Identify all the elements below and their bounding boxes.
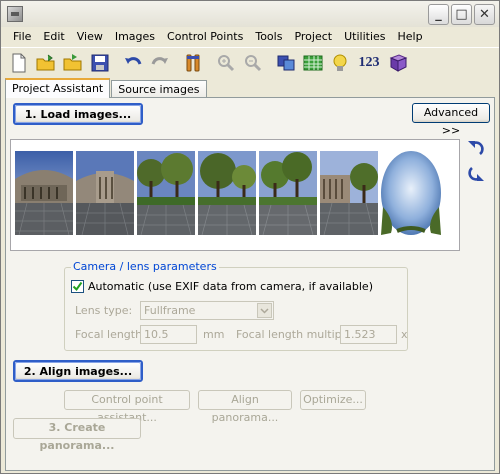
project-assistant-panel: 1. Load images... Advanced >> Camera / l…: [5, 97, 495, 471]
thumbnail-image[interactable]: [320, 151, 378, 235]
title-bar[interactable]: _ □ ✕: [1, 1, 499, 27]
new-document-icon: [12, 53, 26, 72]
rotate-left-button[interactable]: [466, 138, 486, 158]
thumbnail-image[interactable]: [137, 151, 195, 235]
menu-control-points[interactable]: Control Points: [161, 27, 249, 46]
numbers-button[interactable]: 123: [355, 51, 383, 75]
minimize-button[interactable]: _: [428, 4, 449, 25]
save-button[interactable]: [88, 51, 112, 75]
menu-bar: File Edit View Images Control Points Too…: [1, 27, 499, 46]
camera-lens-group-title: Camera / lens parameters: [71, 260, 219, 273]
undo-icon: [125, 56, 142, 65]
menu-utilities[interactable]: Utilities: [338, 27, 391, 46]
optimize-button[interactable]: Optimize...: [300, 390, 366, 410]
chevron-down-icon: [257, 303, 272, 318]
multiplier-unit: x: [401, 328, 408, 341]
toolbar: 123: [1, 47, 499, 77]
load-images-label: 1. Load images...: [15, 105, 141, 123]
load-images-button[interactable]: 1. Load images...: [13, 103, 143, 125]
menu-project[interactable]: Project: [288, 27, 338, 46]
create-panorama-label: 3. Create panorama...: [39, 421, 115, 452]
open-project-button[interactable]: [34, 51, 58, 75]
undo-button[interactable]: [121, 51, 145, 75]
menu-file[interactable]: File: [7, 27, 37, 46]
window-controls: _ □ ✕: [428, 4, 495, 25]
application-window: _ □ ✕ File Edit View Images Control Poin…: [0, 0, 500, 474]
lens-type-value: Fullframe: [144, 304, 196, 317]
open-folder-arrow-icon: [63, 53, 82, 70]
zoom-in-button[interactable]: [214, 51, 238, 75]
tab-bar: Project Assistant Source images: [5, 78, 208, 98]
close-button[interactable]: ✕: [474, 4, 495, 25]
lens-type-label: Lens type:: [75, 304, 133, 317]
preview-panorama-icon: [277, 55, 295, 70]
table-icon: [303, 55, 323, 70]
thumbnail-image[interactable]: [76, 151, 134, 235]
app-icon[interactable]: [7, 6, 23, 22]
menu-view[interactable]: View: [71, 27, 109, 46]
zoom-out-icon: [245, 54, 262, 71]
align-panorama-button[interactable]: Align panorama...: [198, 390, 292, 424]
focal-length-unit: mm: [203, 328, 225, 341]
automatic-checkbox[interactable]: [71, 280, 84, 293]
menu-help[interactable]: Help: [392, 27, 429, 46]
advanced-button[interactable]: Advanced >>: [412, 103, 490, 137]
control-point-assistant-button[interactable]: Control point assistant...: [64, 390, 190, 424]
open-folder-icon: [36, 54, 55, 70]
align-panorama-label: Align panorama...: [211, 393, 279, 424]
align-images-button[interactable]: 2. Align images...: [13, 360, 143, 382]
tab-project-assistant[interactable]: Project Assistant: [5, 78, 111, 98]
lightbulb-icon: [333, 54, 347, 71]
focal-length-label: Focal length:: [75, 328, 146, 341]
align-images-label: 2. Align images...: [15, 362, 141, 380]
rotate-right-icon: [468, 166, 484, 181]
help-book-icon: [389, 53, 408, 72]
building-photo-icon: [320, 151, 378, 235]
create-panorama-button[interactable]: 3. Create panorama...: [13, 418, 141, 452]
lens-type-select[interactable]: Fullframe: [140, 301, 274, 320]
building-photo-icon: [76, 151, 134, 235]
automatic-label: Automatic (use EXIF data from camera, if…: [88, 280, 373, 293]
zoom-in-icon: [218, 54, 235, 71]
save-icon: [91, 54, 109, 71]
redo-icon: [151, 56, 168, 65]
preview-panorama-button[interactable]: [274, 51, 298, 75]
thumbnail-image[interactable]: [381, 151, 441, 235]
menu-images[interactable]: Images: [109, 27, 161, 46]
courtyard-photo-icon: [137, 151, 195, 235]
optimize-tool-icon: [186, 54, 200, 71]
rotate-right-button[interactable]: [466, 164, 486, 184]
maximize-button[interactable]: □: [451, 4, 472, 25]
maximize-icon: □: [455, 7, 468, 22]
multiplier-field[interactable]: 1.523: [340, 325, 397, 344]
camera-lens-group: Camera / lens parameters Automatic (use …: [64, 260, 408, 351]
zoom-out-button[interactable]: [241, 51, 265, 75]
courtyard-photo-icon: [259, 151, 317, 235]
redo-button[interactable]: [148, 51, 172, 75]
lightbulb-button[interactable]: [328, 51, 352, 75]
close-icon: ✕: [479, 7, 490, 22]
help-button[interactable]: [386, 51, 410, 75]
minimize-icon: _: [435, 7, 442, 22]
new-project-button[interactable]: [7, 51, 31, 75]
focal-length-field[interactable]: 10.5: [140, 325, 197, 344]
table-button[interactable]: [301, 51, 325, 75]
open-recent-button[interactable]: [61, 51, 85, 75]
advanced-label: Advanced >>: [423, 106, 479, 137]
tab-source-images[interactable]: Source images: [111, 80, 207, 98]
thumbnail-image[interactable]: [259, 151, 317, 235]
numbers-icon: 123: [358, 54, 380, 70]
checkmark-icon: [72, 281, 83, 292]
building-photo-icon: [15, 151, 73, 235]
image-preview-area[interactable]: [10, 139, 460, 251]
thumbnail-image[interactable]: [15, 151, 73, 235]
sky-photo-icon: [381, 151, 441, 235]
menu-tools[interactable]: Tools: [249, 27, 288, 46]
optimize-label: Optimize...: [303, 393, 363, 406]
optimize-tool-button[interactable]: [181, 51, 205, 75]
rotate-left-icon: [468, 141, 484, 156]
courtyard-photo-icon: [198, 151, 256, 235]
thumbnail-image[interactable]: [198, 151, 256, 235]
menu-edit[interactable]: Edit: [37, 27, 70, 46]
